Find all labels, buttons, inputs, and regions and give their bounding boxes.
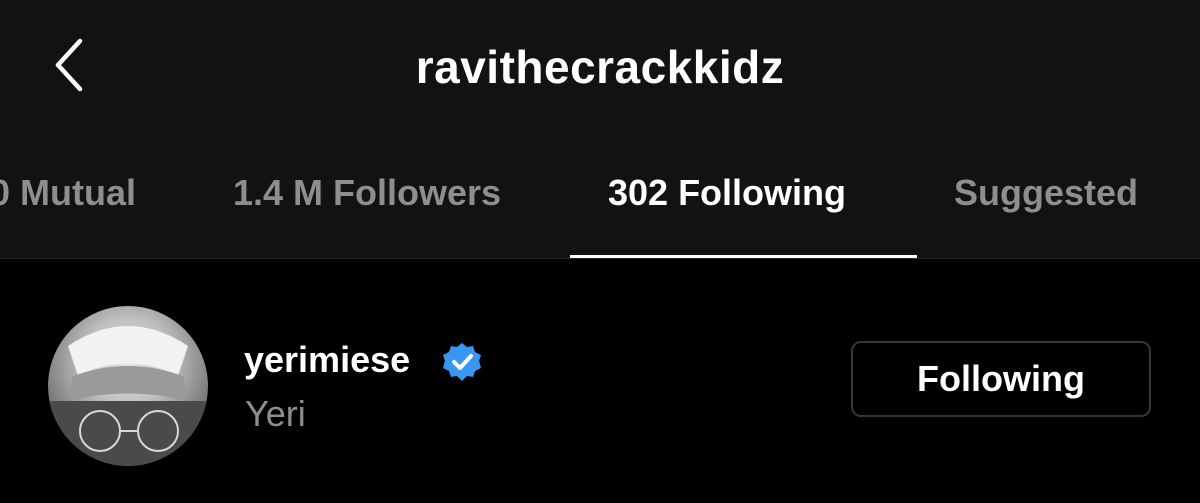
header: ravithecrackkidz 0 Mutual 1.4 M Follower… xyxy=(0,0,1200,259)
list-item[interactable]: yerimiese Yeri Following xyxy=(0,259,1200,503)
avatar[interactable] xyxy=(48,306,208,466)
full-name: Yeri xyxy=(245,393,306,434)
username[interactable]: yerimiese xyxy=(244,339,410,381)
page-title: ravithecrackkidz xyxy=(415,41,785,93)
verified-badge-icon xyxy=(441,341,483,383)
tab-following[interactable]: 302 Following xyxy=(608,172,846,214)
following-button[interactable]: Following xyxy=(851,341,1151,417)
tab-followers[interactable]: 1.4 M Followers xyxy=(233,172,501,214)
active-tab-indicator xyxy=(570,255,917,258)
tab-bar: 0 Mutual 1.4 M Followers 302 Following S… xyxy=(0,150,1200,258)
tab-mutual[interactable]: 0 Mutual xyxy=(0,172,136,214)
tab-suggested[interactable]: Suggested xyxy=(954,172,1138,214)
